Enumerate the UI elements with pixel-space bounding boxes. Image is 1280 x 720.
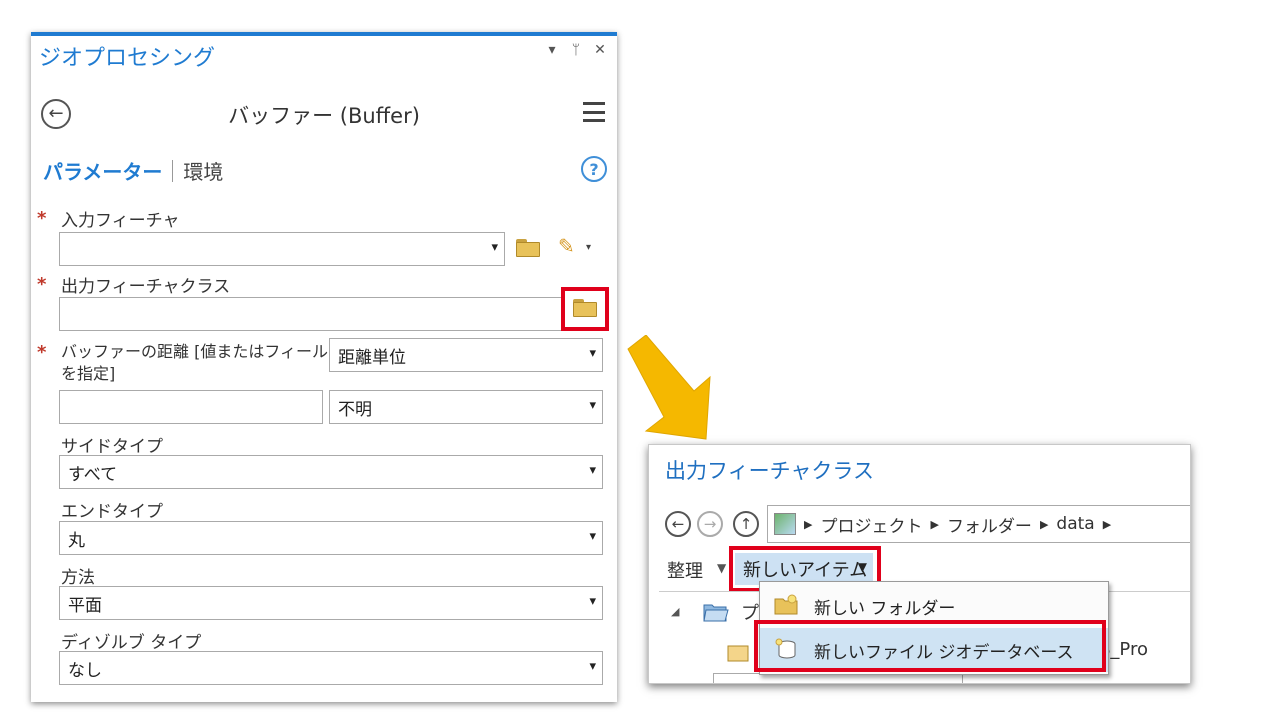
distance-unit-select[interactable]: 不明 ▾ (329, 390, 603, 424)
tool-title: バッファー (Buffer) (228, 104, 420, 128)
tab-parameters[interactable]: パラメーター (43, 156, 162, 185)
help-icon[interactable]: ? (581, 156, 607, 182)
highlight-box (754, 620, 1106, 672)
chevron-down-icon[interactable]: ▾ (586, 242, 591, 253)
dissolve-type-select[interactable]: なし ▾ (59, 651, 603, 685)
pane-title: ジオプロセシング (39, 46, 216, 71)
output-fc-dialog: 出力フィーチャクラス ← → ↑ ▶ プロジェクト ▶ フォルダー ▶ data… (648, 444, 1191, 684)
dissolve-type-label: ディゾルブ タイプ (61, 633, 202, 653)
output-fc-field[interactable] (59, 297, 563, 331)
new-folder-icon (774, 594, 798, 615)
chevron-right-icon[interactable]: ▶ (930, 518, 938, 531)
collapse-icon[interactable]: ◢ (671, 605, 679, 618)
breadcrumb-item-folder[interactable]: フォルダー (947, 512, 1032, 537)
end-type-select[interactable]: 丸 ▾ (59, 521, 603, 555)
required-marker: * (37, 342, 47, 363)
hamburger-menu-icon[interactable] (583, 102, 605, 122)
required-marker: * (37, 208, 47, 229)
side-type-select[interactable]: すべて ▾ (59, 455, 603, 489)
breadcrumb-item-project[interactable]: プロジェクト (820, 512, 922, 537)
output-fc-label: 出力フィーチャクラス (61, 277, 231, 297)
chevron-down-icon[interactable]: ▾ (589, 594, 596, 609)
forward-arrow-icon[interactable]: → (697, 511, 723, 537)
pane-options-dropdown-icon[interactable]: ▾ (545, 42, 559, 58)
required-marker: * (37, 274, 47, 295)
chevron-down-icon[interactable]: ▾ (589, 346, 596, 361)
distance-value-input[interactable] (59, 390, 323, 424)
chevron-right-icon[interactable]: ▶ (804, 518, 812, 531)
side-type-label: サイドタイプ (61, 437, 163, 457)
chevron-right-icon[interactable]: ▶ (1040, 518, 1048, 531)
chevron-down-icon[interactable]: ▼ (717, 561, 726, 575)
browse-folder-icon[interactable] (573, 299, 597, 317)
edit-pencil-icon[interactable]: ✎ (558, 234, 575, 258)
method-label: 方法 (61, 568, 95, 588)
back-arrow-icon[interactable]: ← (665, 511, 691, 537)
pane-controls: ▾ ᛘ ✕ (545, 42, 607, 58)
end-type-label: エンドタイプ (61, 502, 163, 522)
buffer-distance-label: バッファーの距離 [値またはフィールド (61, 342, 345, 361)
open-folder-icon (703, 604, 729, 622)
chevron-down-icon[interactable]: ▾ (589, 398, 596, 413)
project-icon (774, 513, 796, 535)
tab-divider (172, 159, 174, 182)
chevron-down-icon[interactable]: ▾ (589, 529, 596, 544)
close-icon[interactable]: ✕ (593, 42, 607, 58)
tool-tabs: パラメーター 環境 (43, 156, 223, 185)
tab-environments[interactable]: 環境 (183, 156, 223, 185)
new-item-menu: 新しい フォルダー 新しいファイル ジオデータベース (754, 581, 1109, 675)
database-icon (727, 645, 749, 662)
input-features-field[interactable]: ▾ (59, 232, 505, 266)
chevron-down-icon[interactable]: ▾ (589, 659, 596, 674)
pin-icon[interactable]: ᛘ (569, 42, 583, 58)
organize-menu[interactable]: 整理 (667, 557, 703, 583)
input-features-label: 入力フィーチャ (61, 211, 180, 231)
breadcrumb[interactable]: ▶ プロジェクト ▶ フォルダー ▶ data ▶ (767, 505, 1190, 543)
chevron-down-icon[interactable]: ▾ (491, 240, 498, 255)
breadcrumb-item-data[interactable]: data (1056, 514, 1094, 534)
distance-mode-select[interactable]: 距離単位 ▾ (329, 338, 603, 372)
method-select[interactable]: 平面 ▾ (59, 586, 603, 620)
chevron-down-icon[interactable]: ▾ (589, 463, 596, 478)
arrow-icon (627, 335, 711, 440)
dialog-title: 出力フィーチャクラス (665, 459, 874, 483)
browse-folder-icon[interactable] (516, 239, 540, 257)
buffer-distance-label-cont: を指定] (61, 364, 116, 383)
up-arrow-icon[interactable]: ↑ (733, 511, 759, 537)
chevron-right-icon[interactable]: ▶ (1103, 518, 1111, 531)
geoprocessing-pane: ジオプロセシング ▾ ᛘ ✕ ← バッファー (Buffer) パラメーター 環… (31, 32, 617, 702)
